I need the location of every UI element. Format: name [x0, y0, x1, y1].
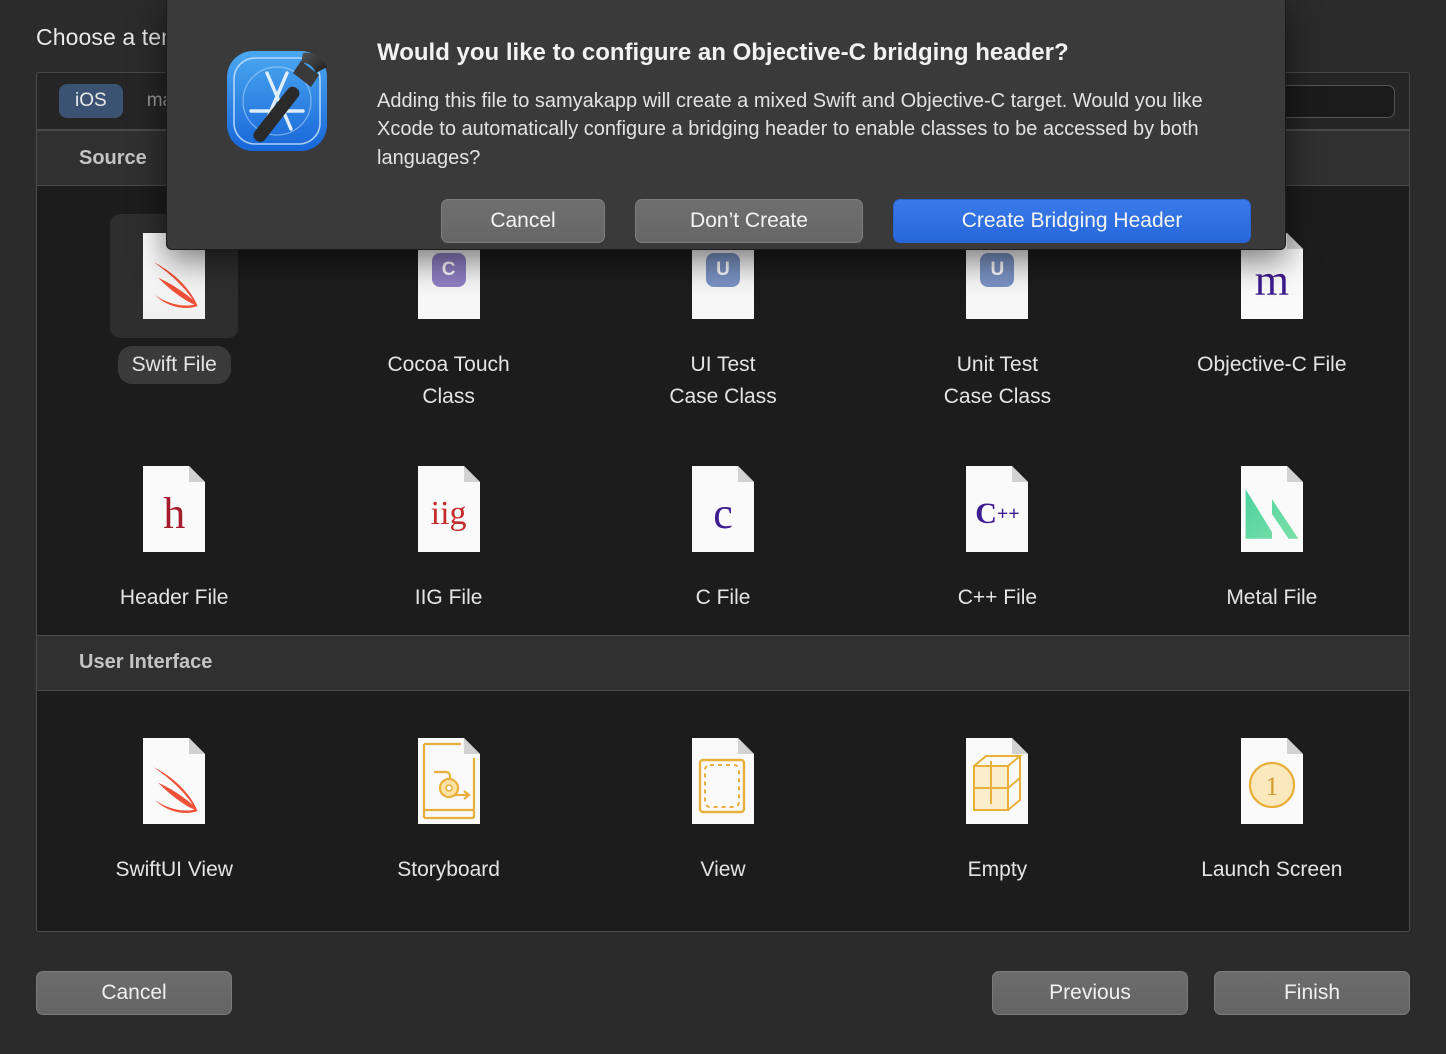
cpp-file-icon: C ++	[933, 447, 1061, 571]
template-label: UI Test Case Class	[669, 353, 777, 408]
template-launch-screen[interactable]: 1 Launch Screen	[1135, 705, 1409, 889]
tab-ios[interactable]: iOS	[59, 84, 123, 118]
template-label: IIG File	[414, 586, 483, 609]
template-view[interactable]: View	[586, 705, 860, 889]
template-label: Metal File	[1226, 586, 1318, 609]
view-icon	[659, 719, 787, 843]
template-empty[interactable]: Empty	[860, 705, 1134, 889]
template-storyboard[interactable]: Storyboard	[311, 705, 585, 889]
template-cpp-file[interactable]: C ++ C++ File	[860, 433, 1134, 617]
cancel-button[interactable]: Cancel	[36, 971, 232, 1015]
metal-file-icon	[1208, 447, 1336, 571]
storyboard-icon	[385, 719, 513, 843]
alert-dont-create-button[interactable]: Don’t Create	[635, 199, 863, 244]
template-iig-file[interactable]: iig IIG File	[311, 433, 585, 617]
alert-title: Would you like to configure an Objective…	[377, 39, 1069, 66]
grid-row: SwiftUI View Storyboard View Empty 1 Lau…	[37, 705, 1409, 889]
template-label: View	[700, 857, 746, 881]
user-interface-grid: SwiftUI View Storyboard View Empty 1 Lau…	[37, 690, 1409, 906]
source-grid: Swift File C Cocoa Touch Class U UI Test…	[37, 186, 1409, 635]
template-label: C++ File	[957, 586, 1038, 609]
launch-screen-icon: 1	[1208, 719, 1336, 843]
screen: Choose a template for your new file: iOS…	[0, 0, 1446, 1054]
template-swiftui-view[interactable]: SwiftUI View	[37, 705, 311, 889]
header-file-icon: h	[110, 447, 238, 571]
template-label: Unit Test Case Class	[943, 353, 1052, 408]
template-label: Swift File	[117, 346, 231, 384]
assistant-footer: Cancel Previous Finish	[0, 932, 1446, 1054]
alert-button-row: Cancel Don’t Create Create Bridging Head…	[377, 199, 1251, 244]
template-label: Header File	[119, 586, 229, 609]
template-label: Launch Screen	[1201, 857, 1343, 881]
section-header-user-interface: User Interface	[37, 634, 1409, 691]
template-label: SwiftUI View	[115, 857, 233, 881]
alert-message: Adding this file to samyakapp will creat…	[377, 90, 1203, 169]
template-label: Empty	[967, 857, 1028, 881]
alert-cancel-button[interactable]: Cancel	[441, 199, 605, 244]
empty-icon	[933, 719, 1061, 843]
grid-row: h Header File iig IIG File c C File C ++…	[37, 433, 1409, 617]
xcode-app-icon	[215, 29, 355, 249]
template-c-file[interactable]: c C File	[586, 433, 860, 617]
swiftui-view-icon	[110, 719, 238, 843]
template-label: Objective-C File	[1197, 353, 1347, 376]
c-file-icon: c	[659, 447, 787, 571]
template-header-file[interactable]: h Header File	[37, 433, 311, 617]
template-label: C File	[695, 586, 751, 609]
finish-button[interactable]: Finish	[1214, 971, 1410, 1015]
previous-button[interactable]: Previous	[992, 971, 1188, 1015]
svg-text:1: 1	[1265, 772, 1278, 801]
bridging-header-alert: Would you like to configure an Objective…	[166, 0, 1286, 250]
alert-body: Would you like to configure an Objective…	[355, 29, 1251, 249]
iig-file-icon: iig	[385, 447, 513, 571]
template-metal-file[interactable]: Metal File	[1135, 433, 1409, 617]
template-label: Cocoa Touch Class	[387, 353, 510, 408]
template-label: Storyboard	[397, 857, 500, 881]
alert-create-bridging-header-button[interactable]: Create Bridging Header	[893, 199, 1251, 244]
